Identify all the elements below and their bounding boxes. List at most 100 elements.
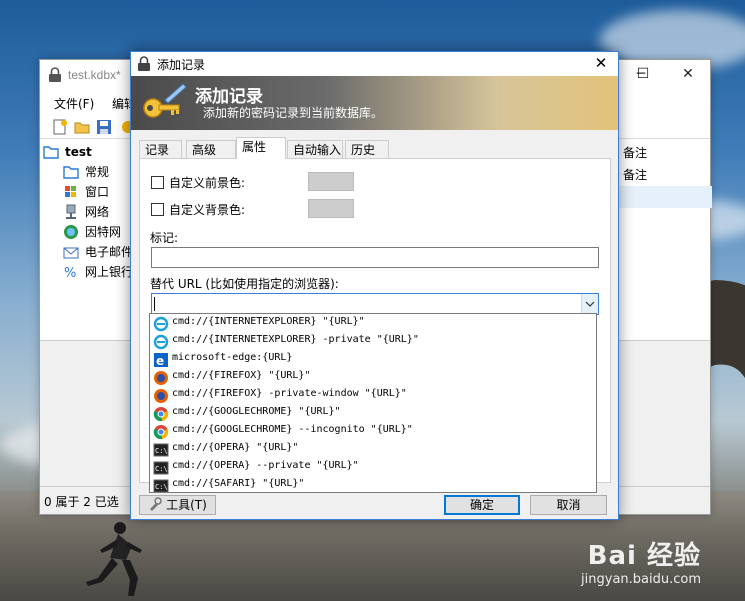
lock-icon (138, 56, 150, 71)
custom-fg-label: 自定义前景色: (169, 176, 246, 190)
tree-item-label: 网络 (85, 205, 110, 219)
list-item[interactable]: C:\ cmd://{SAFARI} "{URL}" (150, 477, 596, 492)
bg-color-swatch[interactable] (308, 199, 354, 218)
network-icon (66, 204, 76, 219)
entry-list: 备注 备注 (618, 142, 712, 208)
url-option-text: cmd://{INTERNETEXPLORER} "{URL}" (172, 316, 365, 327)
list-item[interactable]: 备注 (618, 142, 712, 164)
list-item-selected[interactable] (618, 186, 712, 208)
custom-fg-row[interactable]: 自定义前景色: (151, 174, 311, 190)
main-window-title: test.kdbx* (68, 68, 121, 82)
terminal-icon: C:\ (153, 443, 169, 457)
url-option-text: microsoft-edge:{URL} (172, 352, 293, 363)
dialog-title-bar: 添加记录 ✕ (131, 52, 618, 76)
envelope-icon (63, 247, 79, 259)
text-caret (154, 297, 155, 311)
folder-open-icon (43, 146, 59, 159)
tree-item-label: 网上银行 (85, 265, 134, 279)
terminal-icon: C:\ (153, 461, 169, 475)
keepass-lock-icon (49, 67, 61, 82)
svg-text:C:\: C:\ (155, 447, 168, 455)
tab-advanced[interactable]: 高级 (186, 140, 236, 159)
list-item[interactable]: C:\ cmd://{OPERA} --private "{URL}" (150, 459, 596, 477)
override-url-label: 替代 URL (比如使用指定的浏览器): (150, 277, 339, 291)
chevron-down-icon (585, 301, 595, 307)
tree-item-label: 窗口 (85, 185, 110, 199)
tags-label: 标记: (150, 231, 179, 245)
ie-icon (153, 316, 169, 332)
tree-item-label: 常规 (85, 165, 110, 179)
status-text: 0 属于 2 已选 (44, 495, 119, 509)
tab-entry[interactable]: 记录 (139, 140, 182, 159)
override-url-combobox[interactable] (151, 293, 599, 315)
custom-bg-row[interactable]: 自定义背景色: (151, 201, 311, 217)
tab-autotype[interactable]: 自动输入 (287, 140, 343, 159)
list-item[interactable]: 备注 (618, 164, 712, 186)
save-icon[interactable] (96, 119, 112, 135)
tools-icon (150, 497, 162, 511)
open-folder-icon[interactable] (74, 119, 90, 135)
list-item[interactable]: cmd://{INTERNETEXPLORER} "{URL}" (150, 315, 596, 333)
tree-item-label: 因特网 (85, 225, 122, 239)
url-option-text: cmd://{INTERNETEXPLORER} -private "{URL}… (172, 334, 419, 345)
url-option-text: cmd://{FIREFOX} -private-window "{URL}" (172, 388, 407, 399)
maximize-button[interactable]: ☐ (620, 60, 666, 90)
key-pen-icon (143, 83, 187, 118)
tree-root-label: test (65, 145, 92, 159)
custom-bg-label: 自定义背景色: (169, 203, 246, 217)
folder-icon (63, 166, 79, 179)
url-option-text: cmd://{SAFARI} "{URL}" (172, 478, 305, 489)
percent-icon: % (64, 266, 76, 280)
ok-button[interactable]: 确定 (444, 495, 520, 515)
dropdown-button[interactable] (581, 294, 598, 314)
tab-properties[interactable]: 属性 (236, 137, 286, 159)
tools-button-label: 工具(T) (166, 498, 207, 512)
tags-input[interactable] (151, 247, 599, 268)
group-tree: test 常规 窗口 网络 因特网 电子邮件 % 网上银行 (40, 140, 140, 340)
svg-text:%: % (64, 266, 76, 280)
list-item[interactable]: C:\ cmd://{OPERA} "{URL}" (150, 441, 596, 459)
watermark-logo: Bai 经验 (587, 541, 701, 571)
ie-icon (153, 334, 169, 350)
terminal-icon: C:\ (153, 479, 169, 492)
menu-file[interactable]: 文件(F) (54, 95, 94, 112)
list-item[interactable]: cmd://{FIREFOX} "{URL}" (150, 369, 596, 387)
list-item[interactable]: cmd://{GOOGLECHROME} --incognito "{URL}" (150, 423, 596, 441)
edge-icon: e (154, 353, 168, 368)
firefox-icon (154, 389, 168, 403)
url-option-text: cmd://{GOOGLECHROME} --incognito "{URL}" (172, 424, 413, 435)
list-item[interactable]: cmd://{FIREFOX} -private-window "{URL}" (150, 387, 596, 405)
chrome-icon (153, 425, 169, 440)
list-item[interactable]: cmd://{INTERNETEXPLORER} -private "{URL}… (150, 333, 596, 351)
svg-text:C:\: C:\ (155, 465, 168, 473)
list-item[interactable]: e microsoft-edge:{URL} (150, 351, 596, 369)
url-option-text: cmd://{OPERA} --private "{URL}" (172, 460, 359, 471)
url-option-text: cmd://{FIREFOX} "{URL}" (172, 370, 311, 381)
tools-button[interactable]: 工具(T) (139, 495, 216, 515)
runner-image (86, 522, 142, 596)
custom-fg-checkbox[interactable] (151, 176, 164, 189)
url-option-text: cmd://{OPERA} "{URL}" (172, 442, 299, 453)
dialog-banner: 添加记录 添加新的密码记录到当前数据库。 (131, 76, 618, 130)
firefox-icon (154, 371, 168, 385)
baidu-watermark: Bai 经验 jingyan.baidu.com (581, 535, 701, 587)
tab-history[interactable]: 历史 (345, 140, 389, 159)
main-close-button[interactable]: ✕ (665, 60, 711, 90)
fg-color-swatch[interactable] (308, 172, 354, 191)
custom-bg-checkbox[interactable] (151, 203, 164, 216)
banner-subtitle: 添加新的密码记录到当前数据库。 (203, 106, 384, 120)
url-option-text: cmd://{GOOGLECHROME} "{URL}" (172, 406, 341, 417)
url-dropdown-list: cmd://{INTERNETEXPLORER} "{URL}" cmd://{… (149, 313, 597, 493)
new-database-icon[interactable] (52, 119, 68, 135)
dialog-title: 添加记录 (157, 58, 206, 72)
dialog-close-button[interactable]: ✕ (584, 52, 618, 76)
globe-icon (64, 225, 78, 239)
cancel-button[interactable]: 取消 (530, 495, 607, 515)
chrome-icon (153, 407, 169, 422)
watermark-url: jingyan.baidu.com (581, 572, 701, 587)
svg-text:e: e (156, 354, 164, 368)
windows-icon (65, 186, 76, 197)
tree-item-label: 电子邮件 (85, 245, 134, 259)
list-item[interactable]: cmd://{GOOGLECHROME} "{URL}" (150, 405, 596, 423)
svg-text:C:\: C:\ (155, 483, 168, 491)
